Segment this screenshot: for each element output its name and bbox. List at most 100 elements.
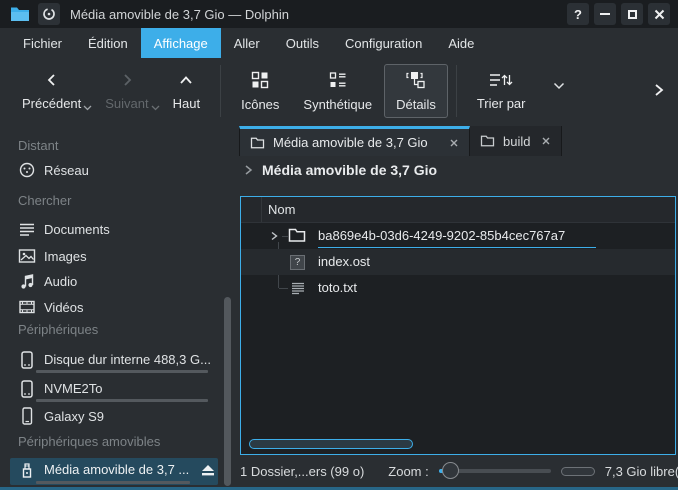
- zoom-label: Zoom :: [388, 464, 428, 479]
- maximize-icon: [628, 10, 637, 19]
- back-label: Précédent: [22, 96, 81, 111]
- tab-label: build: [503, 134, 530, 149]
- free-space-label: 7,3 Gio libre(s): [605, 464, 678, 479]
- toolbar-overflow-button[interactable]: [652, 82, 666, 98]
- sidebar-item-label: Galaxy S9: [44, 409, 104, 424]
- details-view-icon: [405, 70, 427, 90]
- expander-chevron-icon[interactable]: [269, 231, 279, 241]
- section-header-peripheriques: Périphériques: [18, 322, 98, 337]
- forward-button[interactable]: Suivant: [93, 65, 160, 117]
- tab-close-button[interactable]: [541, 136, 551, 146]
- hard-drive-icon: [18, 350, 36, 370]
- back-button[interactable]: Précédent: [10, 65, 93, 117]
- folder-icon: [250, 137, 265, 149]
- menu-affichage[interactable]: Affichage: [141, 28, 221, 58]
- details-view-label: Détails: [396, 97, 436, 112]
- dolphin-app-icon: [10, 6, 30, 22]
- file-name: ba869e4b-03d6-4249-9202-85b4cec767a7: [318, 228, 565, 243]
- menu-fichier[interactable]: Fichier: [10, 28, 75, 58]
- close-button[interactable]: [648, 3, 670, 25]
- items-summary: 1 Dossier,...ers (99 o): [240, 464, 364, 479]
- sidebar-item-documents[interactable]: Documents: [10, 217, 218, 241]
- window-controls: ?: [567, 3, 670, 25]
- document-lines-icon: [18, 220, 36, 238]
- menu-outils[interactable]: Outils: [273, 28, 332, 58]
- icons-view-button[interactable]: Icônes: [229, 64, 291, 118]
- sidebar-item-disque-dur-interne[interactable]: Disque dur interne 488,3 G...: [10, 348, 218, 375]
- sidebar-item-galaxy-s9[interactable]: Galaxy S9: [10, 404, 218, 428]
- tab-label: Média amovible de 3,7 Gio: [273, 135, 428, 150]
- window-menu-button[interactable]: [38, 3, 60, 25]
- sidebar-item-label: NVME2To: [44, 381, 103, 396]
- zoom-slider-handle[interactable]: [442, 462, 459, 479]
- tab-media-amovible[interactable]: Média amovible de 3,7 Gio: [239, 126, 470, 156]
- chevron-down-icon: [553, 82, 565, 90]
- unknown-file-icon: ?: [290, 255, 305, 270]
- chevron-right-icon: [118, 71, 136, 89]
- close-icon: [654, 9, 665, 20]
- chevron-up-icon: [177, 71, 195, 89]
- section-header-chercher: Chercher: [18, 193, 71, 208]
- free-space-bar: [561, 467, 595, 476]
- horizontal-scrollbar[interactable]: [249, 439, 413, 449]
- sidebar-item-images[interactable]: Images: [10, 244, 218, 268]
- sidebar-item-reseau[interactable]: Réseau: [10, 158, 218, 182]
- sidebar-item-videos[interactable]: Vidéos: [10, 295, 218, 319]
- details-view-button[interactable]: Détails: [384, 64, 448, 118]
- icons-view-icon: [250, 70, 270, 90]
- zoom-slider[interactable]: [439, 462, 551, 480]
- sidebar-item-nvme2to[interactable]: NVME2To: [10, 377, 218, 404]
- sidebar-scrollbar[interactable]: [224, 297, 231, 486]
- chevron-right-icon: [244, 164, 253, 176]
- status-bar: 1 Dossier,...ers (99 o) Zoom : 7,3 Gio l…: [240, 455, 674, 487]
- tab-build[interactable]: build: [470, 126, 562, 156]
- places-panel: Distant Réseau Chercher Documents Images: [0, 124, 235, 487]
- title-bar: Média amovible de 3,7 Gio — Dolphin ?: [0, 0, 678, 28]
- compact-view-label: Synthétique: [303, 97, 372, 112]
- sidebar-item-label: Documents: [44, 222, 110, 237]
- sort-by-label: Trier par: [477, 96, 526, 111]
- forward-dropdown-icon[interactable]: [151, 105, 160, 111]
- help-button[interactable]: ?: [567, 3, 589, 25]
- content-area: Média amovible de 3,7 Gio build Média a: [235, 124, 678, 487]
- file-row-toto-txt[interactable]: toto.txt: [241, 275, 675, 301]
- eject-icon: [200, 463, 216, 477]
- sidebar-item-label: Images: [44, 249, 87, 264]
- text-file-icon: [290, 281, 306, 296]
- sidebar-item-label: Réseau: [44, 163, 89, 178]
- eject-button[interactable]: [200, 463, 218, 477]
- forward-label: Suivant: [105, 96, 148, 111]
- up-button[interactable]: Haut: [161, 65, 212, 117]
- file-row-folder[interactable]: ba869e4b-03d6-4249-9202-85b4cec767a7: [241, 223, 675, 249]
- expander-column-header: [241, 197, 262, 222]
- sidebar-item-media-amovible[interactable]: Média amovible de 3,7 ...: [10, 458, 218, 485]
- toolbar-separator: [456, 65, 457, 117]
- sort-by-button[interactable]: Trier par: [465, 65, 538, 117]
- file-row-index-ost[interactable]: ? index.ost: [241, 249, 675, 275]
- section-header-distant: Distant: [18, 138, 58, 153]
- compact-view-icon: [328, 70, 348, 90]
- disk-usage-bar: [36, 399, 208, 402]
- menu-aller[interactable]: Aller: [221, 28, 273, 58]
- folder-icon: [480, 135, 495, 147]
- sidebar-item-label: Média amovible de 3,7 ...: [44, 462, 189, 477]
- menu-configuration[interactable]: Configuration: [332, 28, 435, 58]
- film-icon: [18, 299, 36, 315]
- tab-close-button[interactable]: [449, 138, 459, 148]
- up-label: Haut: [173, 96, 200, 111]
- breadcrumb[interactable]: Média amovible de 3,7 Gio: [244, 162, 437, 178]
- menu-edition[interactable]: Édition: [75, 28, 141, 58]
- back-dropdown-icon[interactable]: [83, 105, 92, 111]
- maximize-button[interactable]: [621, 3, 643, 25]
- column-header-nom[interactable]: Nom: [262, 202, 295, 217]
- compact-view-button[interactable]: Synthétique: [291, 64, 384, 118]
- menu-aide[interactable]: Aide: [435, 28, 487, 58]
- music-note-icon: [18, 272, 36, 290]
- window-title: Média amovible de 3,7 Gio — Dolphin: [70, 7, 289, 22]
- sidebar-item-label: Vidéos: [44, 300, 84, 315]
- sort-menu-chevron[interactable]: [553, 82, 565, 90]
- sidebar-item-audio[interactable]: Audio: [10, 269, 218, 293]
- close-icon: [449, 138, 459, 148]
- minimize-button[interactable]: [594, 3, 616, 25]
- toolbar-separator: [220, 65, 221, 117]
